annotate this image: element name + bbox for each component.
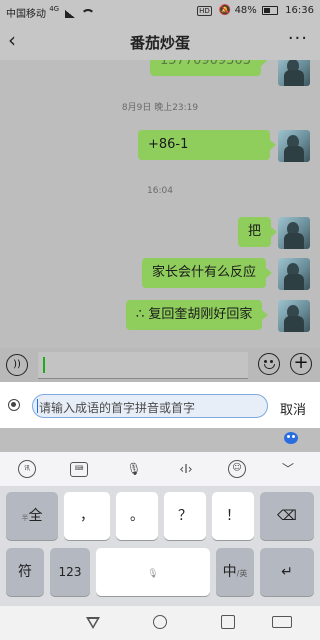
- idiom-search-row: 请输入成语的首字拼音或首字 取消: [0, 382, 320, 428]
- mute-icon: 🔕: [218, 5, 232, 16]
- signal-icon: [65, 10, 76, 18]
- halfwidth-label: 半: [21, 514, 29, 522]
- chat-title: 番茄炒蛋: [129, 34, 190, 52]
- keyboard-layout-icon[interactable]: ⌨: [70, 462, 88, 477]
- avatar[interactable]: [278, 60, 310, 86]
- symbol-key[interactable]: 符: [6, 548, 44, 596]
- fullwidth-label: 全: [28, 508, 43, 524]
- message-input-bar: )) +: [0, 348, 320, 382]
- avatar[interactable]: [278, 258, 310, 290]
- message-bubble[interactable]: 把: [238, 217, 278, 247]
- hd-badge: HD: [197, 6, 212, 16]
- battery-icon: [261, 5, 278, 15]
- number-key[interactable]: 123: [50, 548, 90, 596]
- idiom-search-input[interactable]: 请输入成语的首字拼音或首字: [32, 394, 268, 418]
- lang-sub-label: /英: [236, 569, 248, 578]
- chat-header: ‹ 番茄炒蛋 ···: [0, 22, 320, 60]
- more-actions-plus-icon[interactable]: +: [290, 353, 312, 375]
- nav-recents-icon[interactable]: [221, 615, 235, 629]
- idiom-search-placeholder: 请输入成语的首字拼音或首字: [39, 401, 196, 415]
- lang-main-label: 中: [222, 564, 237, 580]
- message-input[interactable]: [38, 352, 248, 379]
- period-key[interactable]: 。: [116, 492, 158, 540]
- avatar[interactable]: [278, 130, 310, 162]
- network-label: 4G: [49, 5, 60, 13]
- emoji-icon[interactable]: [258, 353, 280, 375]
- clock: 16:36: [285, 5, 314, 16]
- text-cursor: [43, 357, 45, 373]
- space-key[interactable]: 🎙: [96, 548, 210, 596]
- avatar[interactable]: [278, 300, 310, 332]
- system-navigation-bar: [0, 606, 320, 640]
- chat-messages[interactable]: 15770909303 8月9日 晚上23:19 +86-1 16:04 把 家…: [0, 60, 320, 348]
- nav-home-icon[interactable]: [153, 615, 167, 629]
- delete-key[interactable]: ⌫: [260, 492, 314, 540]
- timestamp: 16:04: [147, 186, 173, 196]
- enter-key[interactable]: ↵: [260, 548, 314, 596]
- input-caret: [37, 399, 38, 413]
- nav-back-icon[interactable]: [86, 617, 100, 629]
- message-bubble[interactable]: 家长会什有么反应: [142, 258, 273, 288]
- question-key[interactable]: ？: [164, 492, 206, 540]
- ime-logo-icon[interactable]: 讯: [18, 460, 36, 478]
- keyboard-toolbar: 讯 ⌨ 🎙 ‹I› ☺ ﹀: [0, 452, 320, 486]
- emoji-panel-icon[interactable]: ☺: [228, 460, 246, 478]
- language-switch-key[interactable]: 中/英: [216, 548, 254, 596]
- wifi-icon: [81, 8, 96, 20]
- status-left: 中国移动 4G: [6, 5, 96, 20]
- message-bubble[interactable]: +86-1: [138, 130, 276, 160]
- space-mic-icon: 🎙: [147, 569, 159, 579]
- message-bubble-partial[interactable]: 15770909303: [150, 60, 267, 76]
- microphone-icon[interactable]: 🎙: [124, 460, 144, 478]
- cursor-move-icon[interactable]: ‹I›: [176, 460, 196, 478]
- keyboard: 半全 ， 。 ？ ！ ⌫ 符 123 🎙 中/英 ↵: [0, 486, 320, 606]
- message-bubble[interactable]: ∴ 复回奎胡刚好回家: [126, 300, 269, 330]
- collapse-keyboard-icon[interactable]: ﹀: [278, 460, 298, 478]
- settings-icon[interactable]: [8, 399, 20, 411]
- status-right: HD 🔕 48% 16:36: [197, 5, 314, 16]
- more-options-icon[interactable]: ···: [288, 28, 308, 49]
- status-bar: 中国移动 4G HD 🔕 48% 16:36: [0, 0, 320, 22]
- nav-keyboard-icon[interactable]: [272, 616, 292, 628]
- carrier-label: 中国移动: [6, 9, 46, 20]
- battery-percent: 48%: [234, 5, 257, 16]
- comma-key[interactable]: ，: [64, 492, 110, 540]
- halfwidth-fullwidth-key[interactable]: 半全: [6, 492, 58, 540]
- exclamation-key[interactable]: ！: [212, 492, 254, 540]
- ime-mascot-icon[interactable]: [284, 432, 298, 444]
- voice-input-icon[interactable]: )): [6, 354, 28, 376]
- timestamp: 8月9日 晚上23:19: [121, 103, 199, 113]
- avatar[interactable]: [278, 217, 310, 249]
- cancel-button[interactable]: 取消: [280, 399, 306, 418]
